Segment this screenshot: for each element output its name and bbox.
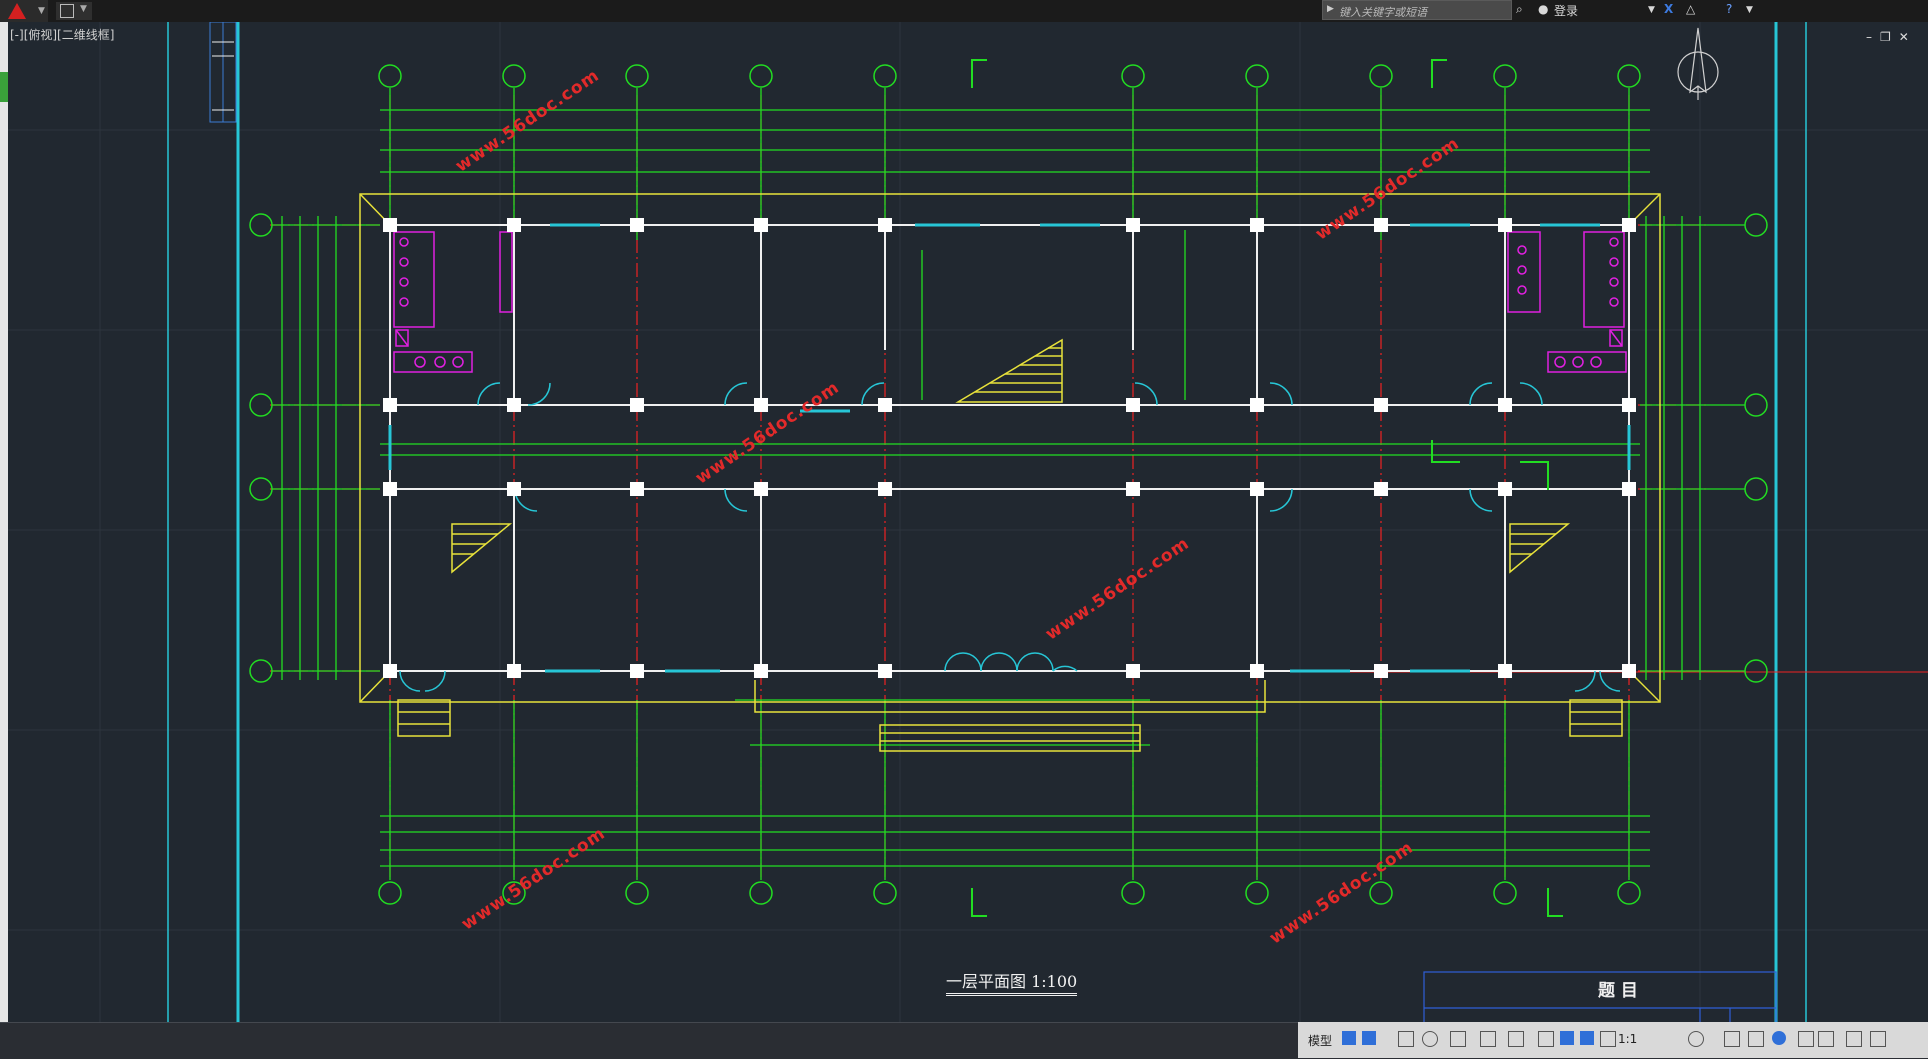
- exchange-icon[interactable]: X: [1664, 2, 1673, 16]
- chevron-down-icon[interactable]: ▼: [1648, 5, 1655, 15]
- drawing-title: 一层平面图 1:100: [946, 968, 1078, 996]
- polar-icon[interactable]: [1422, 1031, 1438, 1047]
- gear-icon[interactable]: [1688, 1031, 1704, 1047]
- hardware-icon[interactable]: [1798, 1031, 1814, 1047]
- annotation-scale-icon[interactable]: [1600, 1031, 1616, 1047]
- title-bar: ▼ ▼ ▶ 键入关键字或短语 ⌕ ● 登录 ▼ X △ ? ▼: [0, 0, 1928, 22]
- autocad-logo-icon: [8, 3, 26, 19]
- model-tab[interactable]: 模型: [1308, 1032, 1332, 1049]
- lineweight-icon[interactable]: [1538, 1031, 1554, 1047]
- application-menu-button[interactable]: ▼: [0, 0, 48, 22]
- annotation-visibility-icon[interactable]: [1580, 1031, 1594, 1045]
- expand-arrow-icon[interactable]: ▶: [1327, 4, 1334, 14]
- isolate-icon[interactable]: [1772, 1031, 1786, 1045]
- title-block-heading: 题 目: [1598, 981, 1638, 1001]
- snap-icon[interactable]: [1362, 1031, 1376, 1045]
- binoculars-icon[interactable]: ⌕: [1516, 2, 1523, 17]
- save-icon[interactable]: [60, 4, 74, 18]
- quick-access-toolbar[interactable]: ▼: [56, 2, 92, 20]
- floor-plan-drawing: [8, 21, 1928, 1025]
- osnap-icon[interactable]: [1450, 1031, 1466, 1047]
- customize-icon[interactable]: [1870, 1031, 1886, 1047]
- minimize-icon[interactable]: –: [1866, 30, 1880, 44]
- a360-icon[interactable]: △: [1686, 2, 1695, 16]
- viewport-controls[interactable]: [-][俯视][二维线框]: [10, 26, 114, 43]
- search-input[interactable]: 键入关键字或短语: [1339, 4, 1427, 20]
- restore-icon[interactable]: ❐: [1880, 30, 1899, 44]
- login-link[interactable]: 登录: [1554, 2, 1578, 19]
- help-icon[interactable]: ?: [1726, 2, 1732, 16]
- plus-icon[interactable]: [1724, 1031, 1740, 1047]
- fullscreen-icon[interactable]: [1846, 1031, 1862, 1047]
- angle-icon[interactable]: [1480, 1031, 1496, 1047]
- ortho-icon[interactable]: [1398, 1031, 1414, 1047]
- chevron-down-icon[interactable]: ▼: [80, 4, 87, 14]
- window-controls[interactable]: –❐✕: [1866, 30, 1917, 44]
- status-tools: 模型 1:1: [1298, 1022, 1928, 1058]
- chevron-down-icon[interactable]: ▼: [1746, 5, 1753, 15]
- selection-icon[interactable]: [1508, 1031, 1524, 1047]
- title-tools: ⌕ ● 登录 ▼ X △ ? ▼: [1516, 0, 1766, 20]
- annotation-icon[interactable]: [1560, 1031, 1574, 1045]
- close-icon[interactable]: ✕: [1899, 30, 1917, 44]
- search-box[interactable]: ▶ 键入关键字或短语: [1322, 0, 1512, 20]
- left-palette-strip[interactable]: [0, 22, 8, 1058]
- clean-screen-icon[interactable]: [1818, 1031, 1834, 1047]
- scale-label[interactable]: 1:1: [1618, 1032, 1637, 1046]
- properties-icon[interactable]: [1748, 1031, 1764, 1047]
- user-icon[interactable]: ●: [1538, 2, 1548, 16]
- chevron-down-icon: ▼: [38, 6, 45, 16]
- grid-icon[interactable]: [1342, 1031, 1356, 1045]
